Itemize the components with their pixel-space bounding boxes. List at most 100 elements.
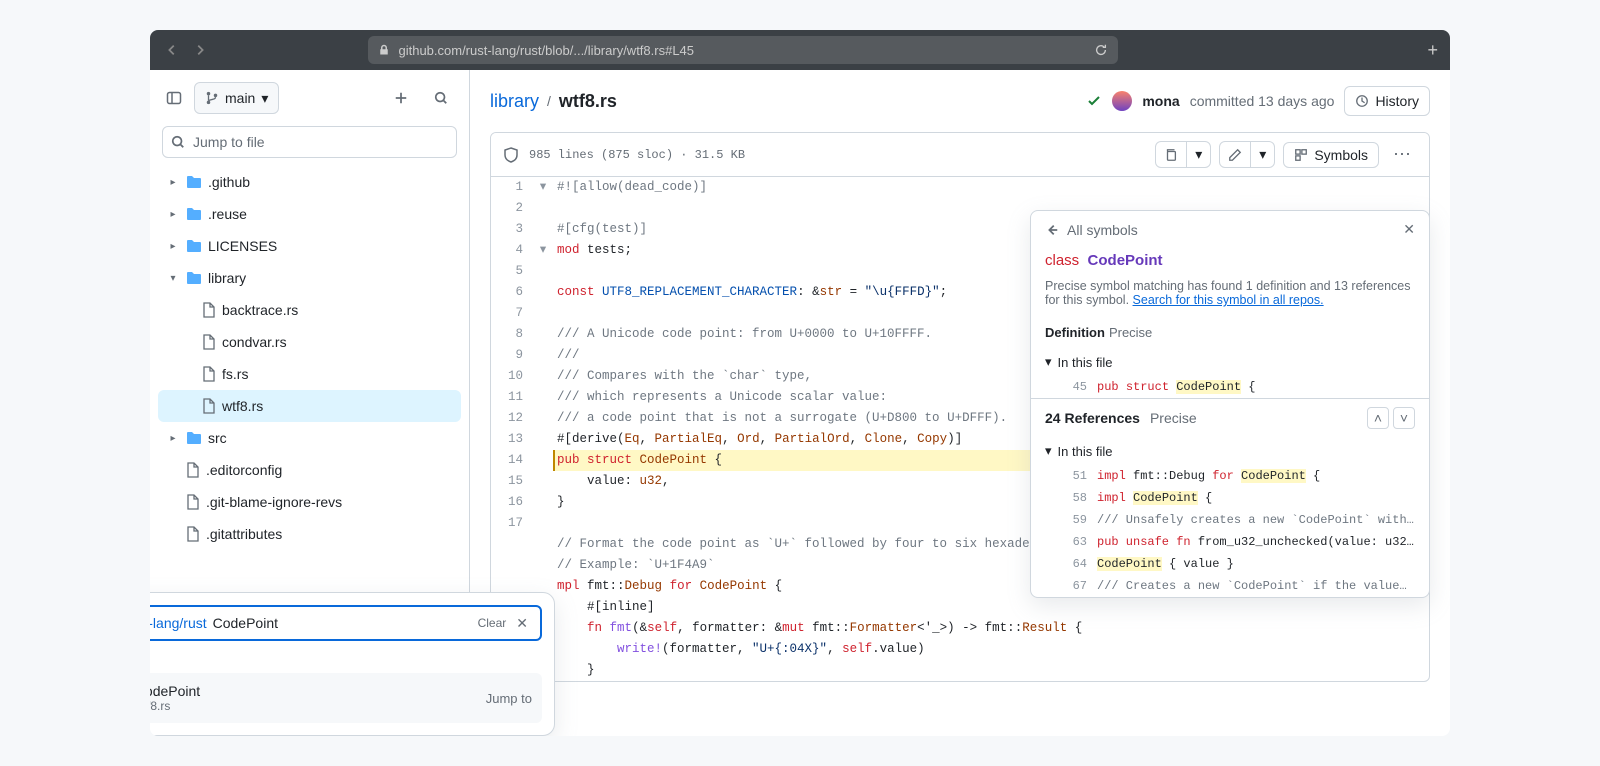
close-icon[interactable]: ✕ [1403, 221, 1415, 238]
main-pane: library / wtf8.rs mona committed 13 days… [470, 70, 1450, 736]
fold-toggle[interactable]: ▾ [533, 240, 553, 261]
tree-file[interactable]: fs.rs [158, 358, 461, 390]
line-number[interactable]: 12 [491, 408, 523, 429]
line-number[interactable]: 14 [491, 450, 523, 471]
file-accordion-refs[interactable]: ▾ In this file [1031, 437, 1429, 465]
line-number[interactable]: 8 [491, 324, 523, 345]
line-number[interactable]: 3 [491, 219, 523, 240]
line-number[interactable]: 4 [491, 240, 523, 261]
tree-file[interactable]: .git-blame-ignore-revs [158, 486, 461, 518]
search-all-repos-link[interactable]: Search for this symbol in all repos. [1133, 293, 1324, 307]
shield-icon[interactable] [503, 147, 519, 163]
next-ref-button[interactable]: ˅ [1393, 407, 1415, 429]
folder-icon [186, 430, 202, 446]
tree-file[interactable]: .gitattributes [158, 518, 461, 550]
symbol-desc: Precise symbol matching has found 1 defi… [1031, 279, 1429, 317]
ref-line-no: 51 [1065, 469, 1087, 483]
tree-item-label: .github [208, 174, 250, 190]
line-number[interactable]: 2 [491, 198, 523, 219]
breadcrumb-sep: / [547, 93, 551, 109]
code-line[interactable]: #![allow(dead_code)] [553, 177, 1429, 198]
search-files-button[interactable] [425, 82, 457, 114]
close-icon[interactable]: ✕ [512, 615, 532, 632]
tree-item-label: src [208, 430, 227, 446]
line-number[interactable] [491, 534, 523, 555]
forward-button[interactable] [190, 40, 210, 60]
line-number[interactable]: 6 [491, 282, 523, 303]
chevron-icon: ▸ [166, 241, 180, 252]
line-number[interactable]: 13 [491, 429, 523, 450]
jump-to-link[interactable]: Jump to [486, 691, 532, 706]
tree-file[interactable]: wtf8.rs [158, 390, 461, 422]
avatar[interactable] [1112, 91, 1132, 111]
line-number[interactable]: 10 [491, 366, 523, 387]
sidebar-toggle-icon[interactable] [162, 86, 186, 110]
tree-file[interactable]: .editorconfig [158, 454, 461, 486]
chevron-down-icon[interactable]: ▾ [1186, 142, 1210, 167]
chevron-down-icon[interactable]: ▾ [1250, 142, 1274, 167]
tree-folder[interactable]: ▸src [158, 422, 461, 454]
all-symbols-link[interactable]: All symbols [1067, 222, 1138, 238]
line-number[interactable] [491, 555, 523, 576]
back-arrow-icon[interactable] [1045, 223, 1059, 237]
commit-author[interactable]: mona [1142, 93, 1179, 109]
copy-button-group[interactable]: ▾ [1155, 141, 1211, 168]
ref-line-no: 63 [1065, 535, 1087, 549]
definition-ref[interactable]: 45 pub struct CodePoint { [1031, 376, 1429, 398]
reference-row[interactable]: 58impl CodePoint { [1031, 487, 1429, 509]
clear-search[interactable]: Clear [478, 616, 507, 630]
reference-row[interactable]: 64CodePoint { value } [1031, 553, 1429, 575]
symbols-button[interactable]: Symbols [1283, 142, 1379, 168]
reference-row[interactable]: 63pub unsafe fn from_u32_unchecked(value… [1031, 531, 1429, 553]
tree-file[interactable]: condvar.rs [158, 326, 461, 358]
new-tab-button[interactable]: + [1427, 40, 1438, 61]
search-popover: repo:rust-lang/rust CodePoint Clear ✕ Co… [150, 592, 555, 736]
prev-ref-button[interactable]: ˄ [1367, 407, 1389, 429]
file-accordion[interactable]: ▾ In this file [1031, 348, 1429, 376]
branch-picker[interactable]: main ▾ [194, 82, 279, 114]
pane-header: main ▾ [150, 70, 469, 126]
line-number[interactable]: 15 [491, 471, 523, 492]
copy-icon[interactable] [1156, 142, 1186, 167]
file-stats: 985 lines (875 sloc) · 31.5 KB [529, 148, 745, 162]
refresh-icon[interactable] [1094, 43, 1108, 57]
more-icon[interactable]: ⋯ [1387, 144, 1417, 165]
file-filter[interactable]: Jump to file [162, 126, 457, 158]
line-number[interactable]: 7 [491, 303, 523, 324]
line-number[interactable]: 16 [491, 492, 523, 513]
code-line[interactable]: write!(formatter, "U+{:04X}", self.value… [553, 639, 1429, 660]
line-number[interactable]: 17 [491, 513, 523, 534]
ref-line-no: 59 [1065, 513, 1087, 527]
url-bar[interactable]: github.com/rust-lang/rust/blob/.../libra… [368, 36, 1118, 64]
ref-code: impl CodePoint { [1097, 491, 1212, 505]
back-button[interactable] [162, 40, 182, 60]
references-header: 24 References Precise ˄ ˅ [1031, 398, 1429, 437]
line-number[interactable]: 11 [491, 387, 523, 408]
add-file-button[interactable] [385, 82, 417, 114]
reference-row[interactable]: 67/// Creates a new `CodePoint` if the v… [1031, 575, 1429, 597]
file-icon [186, 462, 200, 478]
reference-row[interactable]: 51impl fmt::Debug for CodePoint { [1031, 465, 1429, 487]
tree-file[interactable]: backtrace.rs [158, 294, 461, 326]
tree-folder[interactable]: ▸LICENSES [158, 230, 461, 262]
tree-folder[interactable]: ▸.reuse [158, 198, 461, 230]
history-button[interactable]: History [1344, 86, 1430, 116]
search-result[interactable]: class CodePoint library/wtf8.rs Jump to [150, 673, 542, 723]
fold-toggle[interactable]: ▾ [533, 177, 553, 198]
breadcrumb-parent[interactable]: library [490, 91, 539, 112]
line-number[interactable]: 1 [491, 177, 523, 198]
edit-button-group[interactable]: ▾ [1219, 141, 1275, 168]
line-number[interactable]: 9 [491, 345, 523, 366]
pencil-icon[interactable] [1220, 142, 1250, 167]
search-input[interactable]: repo:rust-lang/rust CodePoint Clear ✕ [150, 605, 542, 641]
tree-folder[interactable]: ▾library [158, 262, 461, 294]
fold-toggle [533, 261, 553, 282]
code-line[interactable]: fn fmt(&self, formatter: &mut fmt::Forma… [553, 618, 1429, 639]
code-line[interactable]: } [553, 660, 1429, 681]
line-number[interactable]: 5 [491, 261, 523, 282]
code-line[interactable]: #[inline] [553, 597, 1429, 618]
tree-folder[interactable]: ▸.github [158, 166, 461, 198]
reference-row[interactable]: 59/// Unsafely creates a new `CodePoint`… [1031, 509, 1429, 531]
tree-item-label: fs.rs [222, 366, 248, 382]
browser-toolbar: github.com/rust-lang/rust/blob/.../libra… [150, 30, 1450, 70]
